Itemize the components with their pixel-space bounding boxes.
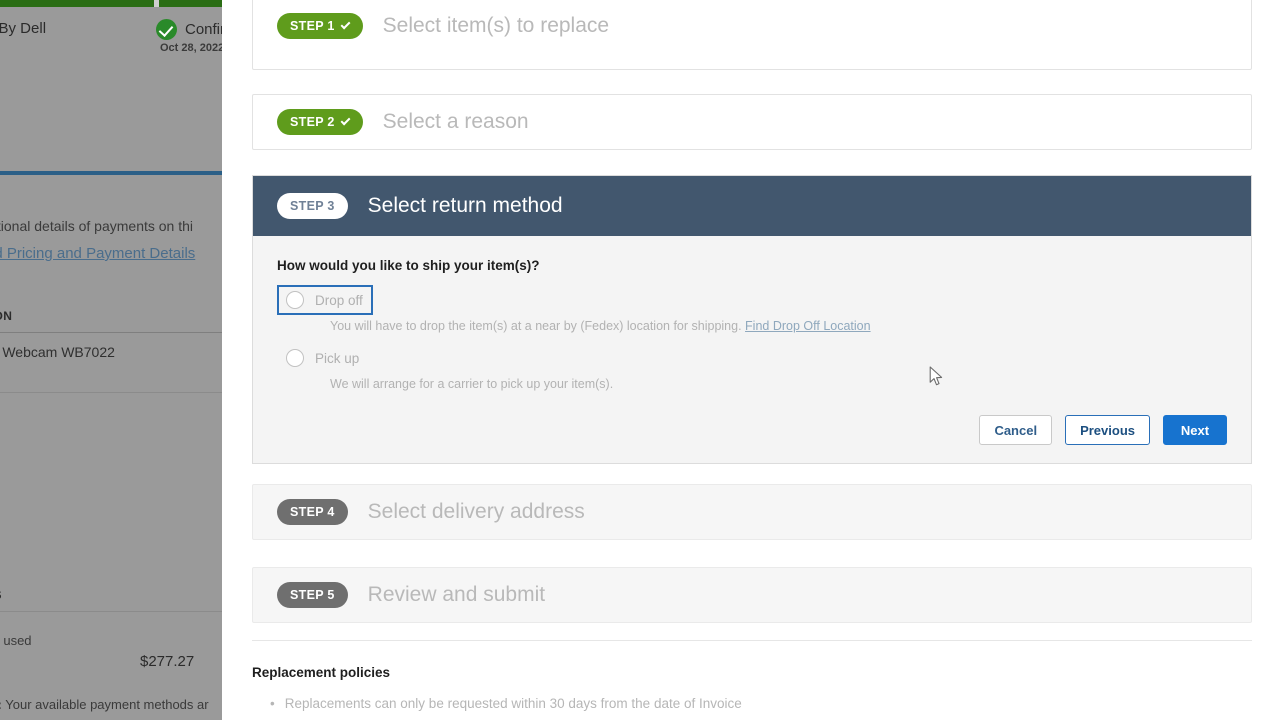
ship-method-question: How would you like to ship your item(s)? <box>277 258 540 273</box>
step-5-badge: STEP 5 <box>277 582 348 608</box>
order-progress-bar-gap <box>154 0 159 7</box>
background-section-heading-1: TION <box>0 309 13 323</box>
background-divider-2 <box>0 392 240 393</box>
background-page: d By Dell Confir Oct 28, 2022 ditional d… <box>0 0 240 720</box>
payment-methods-note-text: Your available payment methods ar <box>1 697 209 712</box>
payments-note-text: ditional details of payments on thi <box>0 218 194 234</box>
order-status-label: Confir <box>185 21 226 38</box>
check-icon <box>340 19 351 30</box>
step-card-4[interactable]: STEP 4 Select delivery address <box>252 484 1252 540</box>
option-spacer <box>277 333 1227 343</box>
policy-list-item-text: Replacements can only be requested withi… <box>284 696 742 711</box>
step-4-badge-label: STEP 4 <box>290 505 335 519</box>
step-4-badge: STEP 4 <box>277 499 348 525</box>
step-2-badge: STEP 2 <box>277 109 363 135</box>
funds-used-label: ds used <box>0 633 32 648</box>
step-2-title: Select a reason <box>382 110 529 133</box>
step-1-badge: STEP 1 <box>277 13 363 39</box>
pricing-payment-details-link[interactable]: ad Pricing and Payment Details <box>0 245 195 262</box>
cancel-button[interactable]: Cancel <box>979 415 1053 445</box>
radio-pick-up-label: Pick up <box>315 350 360 366</box>
step-3-header[interactable]: STEP 3 Select return method <box>253 176 1251 236</box>
order-amount: $277.27 <box>140 653 195 670</box>
step-card-1[interactable]: STEP 1 Select item(s) to replace <box>252 0 1252 70</box>
shipped-by-label: d By Dell <box>0 20 47 37</box>
radio-pick-up-input[interactable] <box>286 349 304 367</box>
step-3-body: How would you like to ship your item(s)?… <box>253 236 1251 463</box>
step-card-5[interactable]: STEP 5 Review and submit <box>252 567 1252 623</box>
replacement-policies-section: Replacement policies • Replacements can … <box>252 640 1252 711</box>
check-icon <box>340 115 351 126</box>
next-button[interactable]: Next <box>1163 415 1227 445</box>
radio-option-drop-off[interactable]: Drop off <box>277 285 373 315</box>
step-3-actions: Cancel Previous Next <box>277 415 1227 445</box>
background-section-heading-2: ILS <box>0 588 2 602</box>
step-3-title: Select return method <box>367 194 563 217</box>
step-5-badge-label: STEP 5 <box>290 588 335 602</box>
step-3-badge: STEP 3 <box>277 193 348 219</box>
step-1-badge-label: STEP 1 <box>290 19 335 33</box>
order-item-name: rp Webcam WB7022 <box>0 344 115 360</box>
step-1-title: Select item(s) to replace <box>382 14 610 37</box>
pick-up-description: We will arrange for a carrier to pick up… <box>330 377 614 391</box>
order-status-date: Oct 28, 2022 <box>160 42 225 54</box>
find-drop-off-location-link[interactable]: Find Drop Off Location <box>745 319 871 333</box>
step-2-badge-label: STEP 2 <box>290 115 335 129</box>
return-replacement-modal: Close STEP 1 Select item(s) to replace S… <box>222 0 1280 720</box>
policies-divider <box>252 640 1252 641</box>
replacement-policies-title: Replacement policies <box>252 665 391 680</box>
step-3-badge-label: STEP 3 <box>290 199 335 213</box>
previous-button[interactable]: Previous <box>1065 415 1150 445</box>
step-4-title: Select delivery address <box>367 500 585 523</box>
step-card-2[interactable]: STEP 2 Select a reason <box>252 94 1252 150</box>
radio-option-pick-up[interactable]: Pick up <box>277 343 369 373</box>
step-card-3: STEP 3 Select return method How would yo… <box>252 175 1252 464</box>
radio-drop-off-label: Drop off <box>315 292 363 308</box>
policy-list-item: • Replacements can only be requested wit… <box>270 696 1252 711</box>
background-divider-3 <box>0 611 240 612</box>
step-5-title: Review and submit <box>367 583 546 606</box>
payment-methods-note: te: Your available payment methods ar <box>0 697 209 712</box>
section-divider-accent <box>0 171 240 175</box>
background-divider-1 <box>0 332 240 333</box>
confirmed-check-icon <box>156 19 177 40</box>
bullet-icon: • <box>270 696 275 711</box>
drop-off-description: You will have to drop the item(s) at a n… <box>330 319 1227 333</box>
radio-drop-off-input[interactable] <box>286 291 304 309</box>
screen: d By Dell Confir Oct 28, 2022 ditional d… <box>0 0 1280 720</box>
order-progress-bar <box>0 0 240 7</box>
drop-off-description-text: You will have to drop the item(s) at a n… <box>330 319 742 333</box>
